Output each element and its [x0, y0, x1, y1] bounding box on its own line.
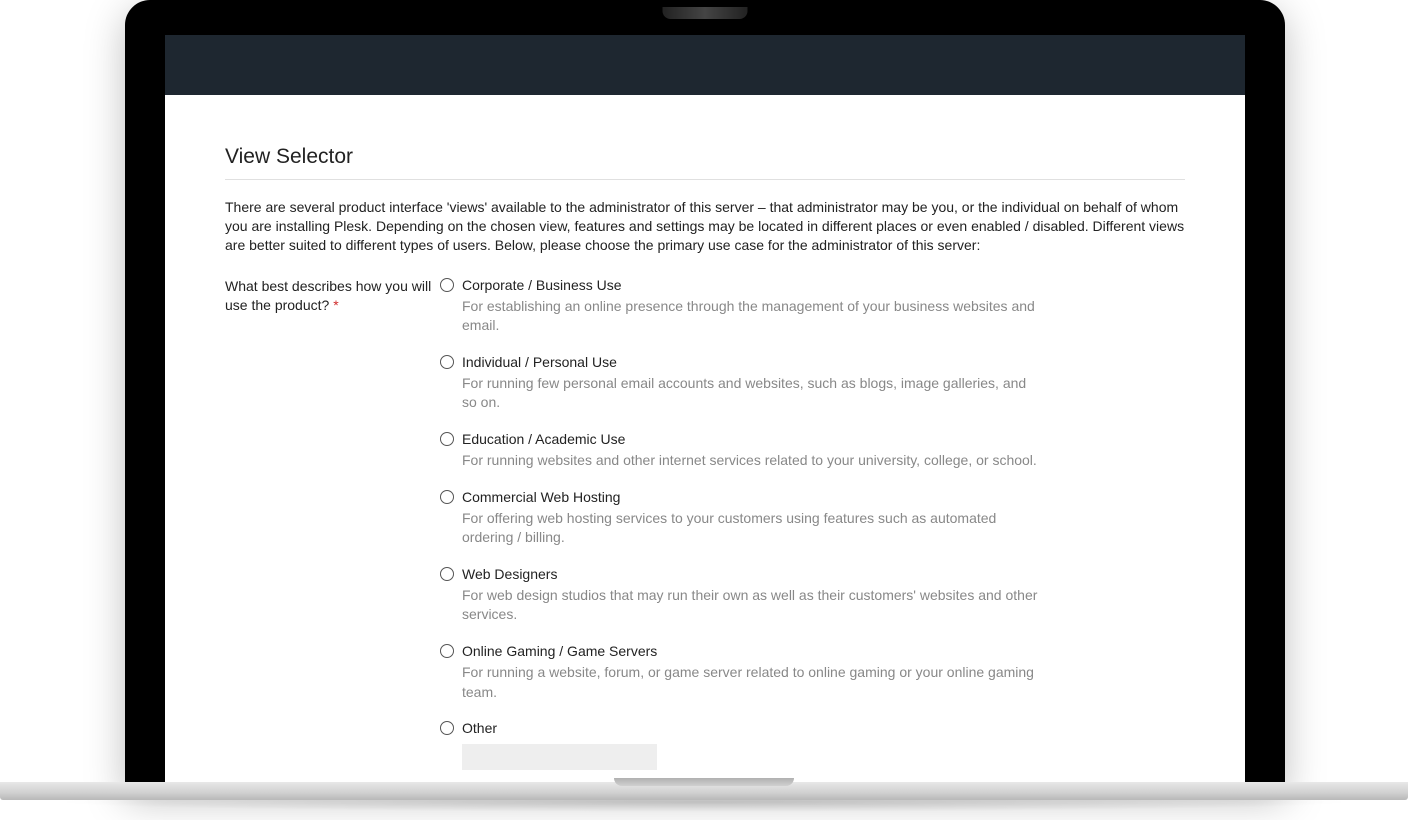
radio-line[interactable]: Corporate / Business Use: [440, 277, 1185, 293]
radio-line[interactable]: Other: [440, 720, 1185, 736]
intro-paragraph: There are several product interface 'vie…: [225, 198, 1185, 255]
radio-line[interactable]: Individual / Personal Use: [440, 354, 1185, 370]
radio-input-webdesigners[interactable]: [440, 567, 454, 581]
radio-label[interactable]: Corporate / Business Use: [462, 277, 622, 293]
radio-line[interactable]: Education / Academic Use: [440, 431, 1185, 447]
radio-label[interactable]: Other: [462, 720, 497, 736]
page-title: View Selector: [225, 145, 1185, 180]
options-column: Corporate / Business Use For establishin…: [440, 277, 1185, 781]
radio-label[interactable]: Web Designers: [462, 566, 557, 582]
radio-description: For web design studios that may run thei…: [462, 586, 1042, 625]
radio-option-gaming: Online Gaming / Game Servers For running…: [440, 643, 1185, 702]
required-asterisk: *: [333, 297, 338, 313]
laptop-camera-notch: [663, 7, 748, 19]
radio-label[interactable]: Individual / Personal Use: [462, 354, 617, 370]
laptop-base: [0, 782, 1408, 800]
radio-line[interactable]: Commercial Web Hosting: [440, 489, 1185, 505]
radio-input-commercial[interactable]: [440, 490, 454, 504]
form-row: What best describes how you will use the…: [225, 277, 1185, 781]
radio-label[interactable]: Commercial Web Hosting: [462, 489, 620, 505]
radio-input-education[interactable]: [440, 432, 454, 446]
radio-line[interactable]: Online Gaming / Game Servers: [440, 643, 1185, 659]
other-text-input[interactable]: [462, 744, 657, 770]
radio-input-other[interactable]: [440, 721, 454, 735]
radio-description: For running a website, forum, or game se…: [462, 663, 1042, 702]
radio-option-education: Education / Academic Use For running web…: [440, 431, 1185, 471]
app-header-bar: [165, 35, 1245, 95]
laptop-frame: View Selector There are several product …: [125, 0, 1285, 790]
radio-line[interactable]: Web Designers: [440, 566, 1185, 582]
radio-label[interactable]: Education / Academic Use: [462, 431, 625, 447]
radio-input-individual[interactable]: [440, 355, 454, 369]
radio-label[interactable]: Online Gaming / Game Servers: [462, 643, 657, 659]
radio-option-webdesigners: Web Designers For web design studios tha…: [440, 566, 1185, 625]
radio-option-corporate: Corporate / Business Use For establishin…: [440, 277, 1185, 336]
radio-option-other: Other: [440, 720, 1185, 770]
radio-option-individual: Individual / Personal Use For running fe…: [440, 354, 1185, 413]
radio-description: For running websites and other internet …: [462, 451, 1042, 471]
radio-description: For offering web hosting services to you…: [462, 509, 1042, 548]
radio-input-corporate[interactable]: [440, 278, 454, 292]
question-label-column: What best describes how you will use the…: [225, 277, 440, 315]
screen-area: View Selector There are several product …: [165, 35, 1245, 790]
question-label: What best describes how you will use the…: [225, 278, 431, 313]
radio-description: For running few personal email accounts …: [462, 374, 1042, 413]
page-content: View Selector There are several product …: [165, 95, 1245, 790]
radio-input-gaming[interactable]: [440, 644, 454, 658]
radio-description: For establishing an online presence thro…: [462, 297, 1042, 336]
radio-option-commercial: Commercial Web Hosting For offering web …: [440, 489, 1185, 548]
